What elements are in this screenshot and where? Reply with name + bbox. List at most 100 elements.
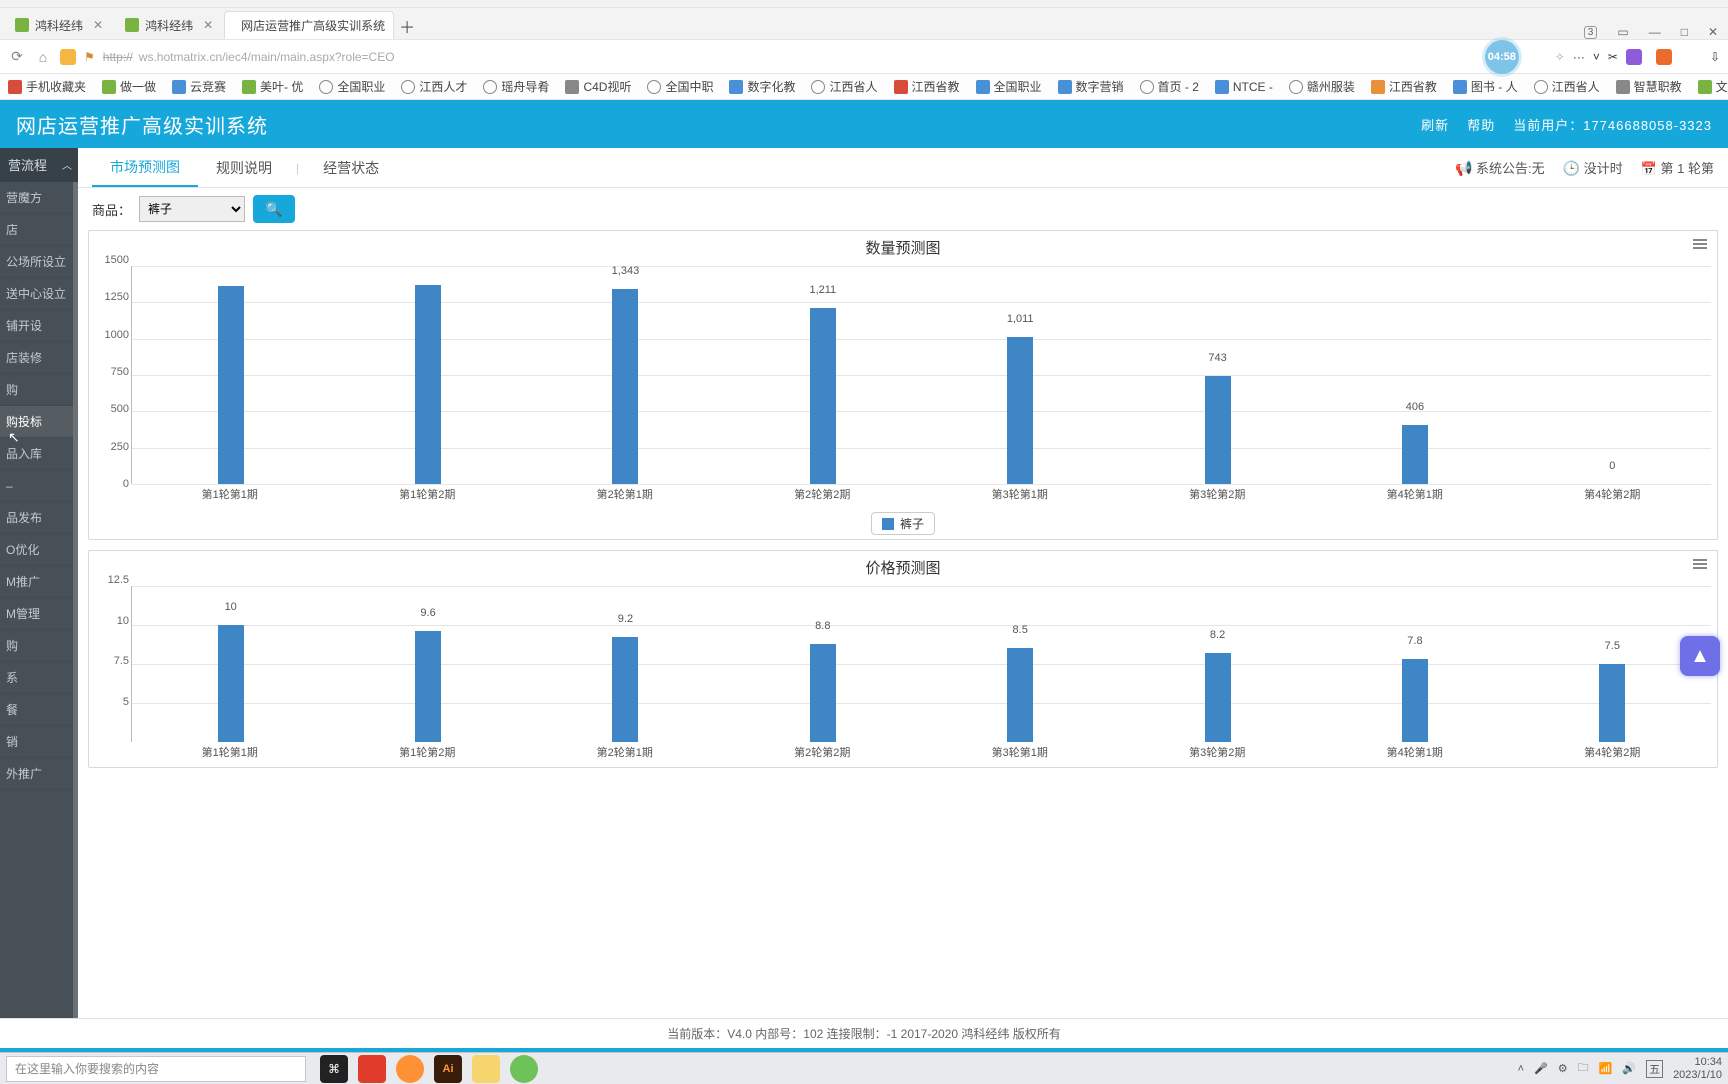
chart-menu-icon[interactable] [1693,237,1707,251]
sidebar-item[interactable]: 公场所设立 [0,246,78,278]
bookmark-item[interactable]: 赣州服装 [1289,78,1355,95]
sidebar-item[interactable]: – [0,470,78,502]
sidebar-item[interactable]: O优化 [0,534,78,566]
sidebar-item[interactable]: 送中心设立 [0,278,78,310]
taskbar-app-firefox[interactable] [396,1055,424,1083]
tray-volume-icon[interactable]: 🔊 [1622,1062,1636,1075]
bookmark-item[interactable]: 全国职业 [319,78,385,95]
chart-bar[interactable] [612,637,638,742]
product-select[interactable]: 裤子 [139,196,245,222]
site-security-icon[interactable] [60,49,76,65]
sidebar-item[interactable]: 外推广 [0,758,78,790]
sidebar-item[interactable]: M管理 [0,598,78,630]
bookmark-item[interactable]: 全国中职 [647,78,713,95]
sidebar-item[interactable]: M推广 [0,566,78,598]
chart-bar[interactable] [1205,653,1231,742]
tray-clock[interactable]: 10:34 2023/1/10 [1673,1056,1722,1080]
sidebar-item[interactable]: 品入库 [0,438,78,470]
sidebar-item[interactable]: 铺开设 [0,310,78,342]
tab-close-icon[interactable]: ✕ [93,18,103,32]
bookmark-item[interactable]: 江西省人 [811,78,877,95]
extension-orange-icon[interactable] [1656,49,1672,65]
window-minimize-button[interactable]: — [1649,25,1661,39]
chart-bar[interactable] [1007,337,1033,484]
content-tab[interactable]: 市场预测图 [92,148,198,187]
bookmark-item[interactable]: 江西省教 [894,78,960,95]
bookmark-item[interactable]: 美叶- 优 [242,78,303,95]
bookmark-item[interactable]: 瑶舟导肴 [483,78,549,95]
bookmark-item[interactable]: 手机收藏夹 [8,78,86,95]
chart-bar[interactable] [1007,648,1033,742]
bookmark-item[interactable]: 江西人才 [401,78,467,95]
extension-icon[interactable]: ▭ [1617,25,1628,39]
tab-close-icon[interactable]: ✕ [203,18,213,32]
bookmark-item[interactable]: 云竞赛 [172,78,226,95]
legend-item[interactable]: 裤子 [871,512,935,535]
chart-menu-icon[interactable] [1693,557,1707,571]
taskbar-app-browser[interactable] [510,1055,538,1083]
tray-battery-icon[interactable]: 🗀 [1578,1059,1589,1078]
bookmark-item[interactable]: 全国职业 [976,78,1042,95]
header-refresh-link[interactable]: 刷新 [1421,115,1449,134]
browser-tab[interactable]: 鸿科经纬✕ [4,11,114,39]
bookmark-item[interactable]: 数字营销 [1058,78,1124,95]
sidebar-item[interactable]: 餐 [0,694,78,726]
chart-bar[interactable] [1205,376,1231,484]
chart-bar[interactable] [810,308,836,484]
new-tab-button[interactable]: ＋ [394,13,420,39]
sidebar-item[interactable]: 销 [0,726,78,758]
bookmark-item[interactable]: 做一做 [102,78,156,95]
url-field[interactable]: http:// ws.hotmatrix.cn/iec4/main/main.a… [103,50,1477,64]
chart-bar[interactable] [810,644,836,742]
header-help-link[interactable]: 帮助 [1467,115,1495,134]
taskbar-app-2[interactable] [358,1055,386,1083]
extension-purple-icon[interactable] [1626,49,1642,65]
chart-bar[interactable] [415,631,441,742]
sidebar-item[interactable]: 购 [0,374,78,406]
tray-ime-icon[interactable]: 五 [1646,1060,1663,1078]
bookmark-item[interactable]: 数字化教 [729,78,795,95]
chart-bar[interactable] [1402,425,1428,484]
tray-wifi-icon[interactable]: 📶 [1599,1062,1613,1075]
favorite-icon[interactable]: ✧ [1555,50,1565,64]
chart-bar[interactable] [1599,664,1625,742]
tray-settings-icon[interactable]: ⚙ [1558,1062,1568,1075]
dropdown-icon[interactable]: ˅ [1593,50,1600,64]
window-maximize-button[interactable]: □ [1681,25,1688,39]
more-menu-icon[interactable]: ··· [1573,50,1585,64]
chart-bar[interactable] [1402,659,1428,742]
sidebar-item[interactable]: 品发布 [0,502,78,534]
bookmark-item[interactable]: 江西省教 [1371,78,1437,95]
bookmark-item[interactable]: NTCE - [1215,80,1273,94]
sidebar-item[interactable]: 店 [0,214,78,246]
search-button[interactable]: 🔍 [253,195,295,223]
chart-bar[interactable] [218,286,244,484]
sidebar-section-head[interactable]: 营流程 ︿ [0,148,78,182]
chart-bar[interactable] [218,625,244,742]
sidebar-item[interactable]: 店装修 [0,342,78,374]
bookmark-item[interactable]: 图书 - 人 [1453,78,1518,95]
cut-icon[interactable]: ✂ [1608,50,1618,64]
content-tab[interactable]: 规则说明 [198,148,290,187]
bookmark-item[interactable]: 智慧职教 [1616,78,1682,95]
tray-mic-icon[interactable]: 🎤 [1534,1062,1548,1075]
sidebar-item[interactable]: 购 [0,630,78,662]
sidebar-item[interactable]: 购投标 [0,406,78,438]
sidebar-item[interactable]: 营魔方 [0,182,78,214]
window-close-button[interactable]: ✕ [1708,25,1718,39]
os-search-input[interactable]: 在这里输入你要搜索的内容 [6,1056,306,1082]
reload-button[interactable]: ⟳ [8,48,26,65]
chart-bar[interactable] [415,285,441,484]
bookmark-item[interactable]: 江西省人 [1534,78,1600,95]
browser-tab[interactable]: 鸿科经纬✕ [114,11,224,39]
home-button[interactable]: ⌂ [34,49,52,65]
sidebar-item[interactable]: 系 [0,662,78,694]
taskbar-app-explorer[interactable] [472,1055,500,1083]
apps-grid-icon[interactable] [1686,49,1702,65]
taskbar-app-1[interactable]: ⌘ [320,1055,348,1083]
chart-bar[interactable] [612,289,638,484]
tray-up-icon[interactable]: ˄ [1518,1063,1524,1075]
bookmark-item[interactable]: C4D视听 [565,78,631,95]
bookmark-item[interactable]: 文旅课堂 [1698,78,1728,95]
floating-assist-button[interactable]: ▲ [1680,636,1720,676]
